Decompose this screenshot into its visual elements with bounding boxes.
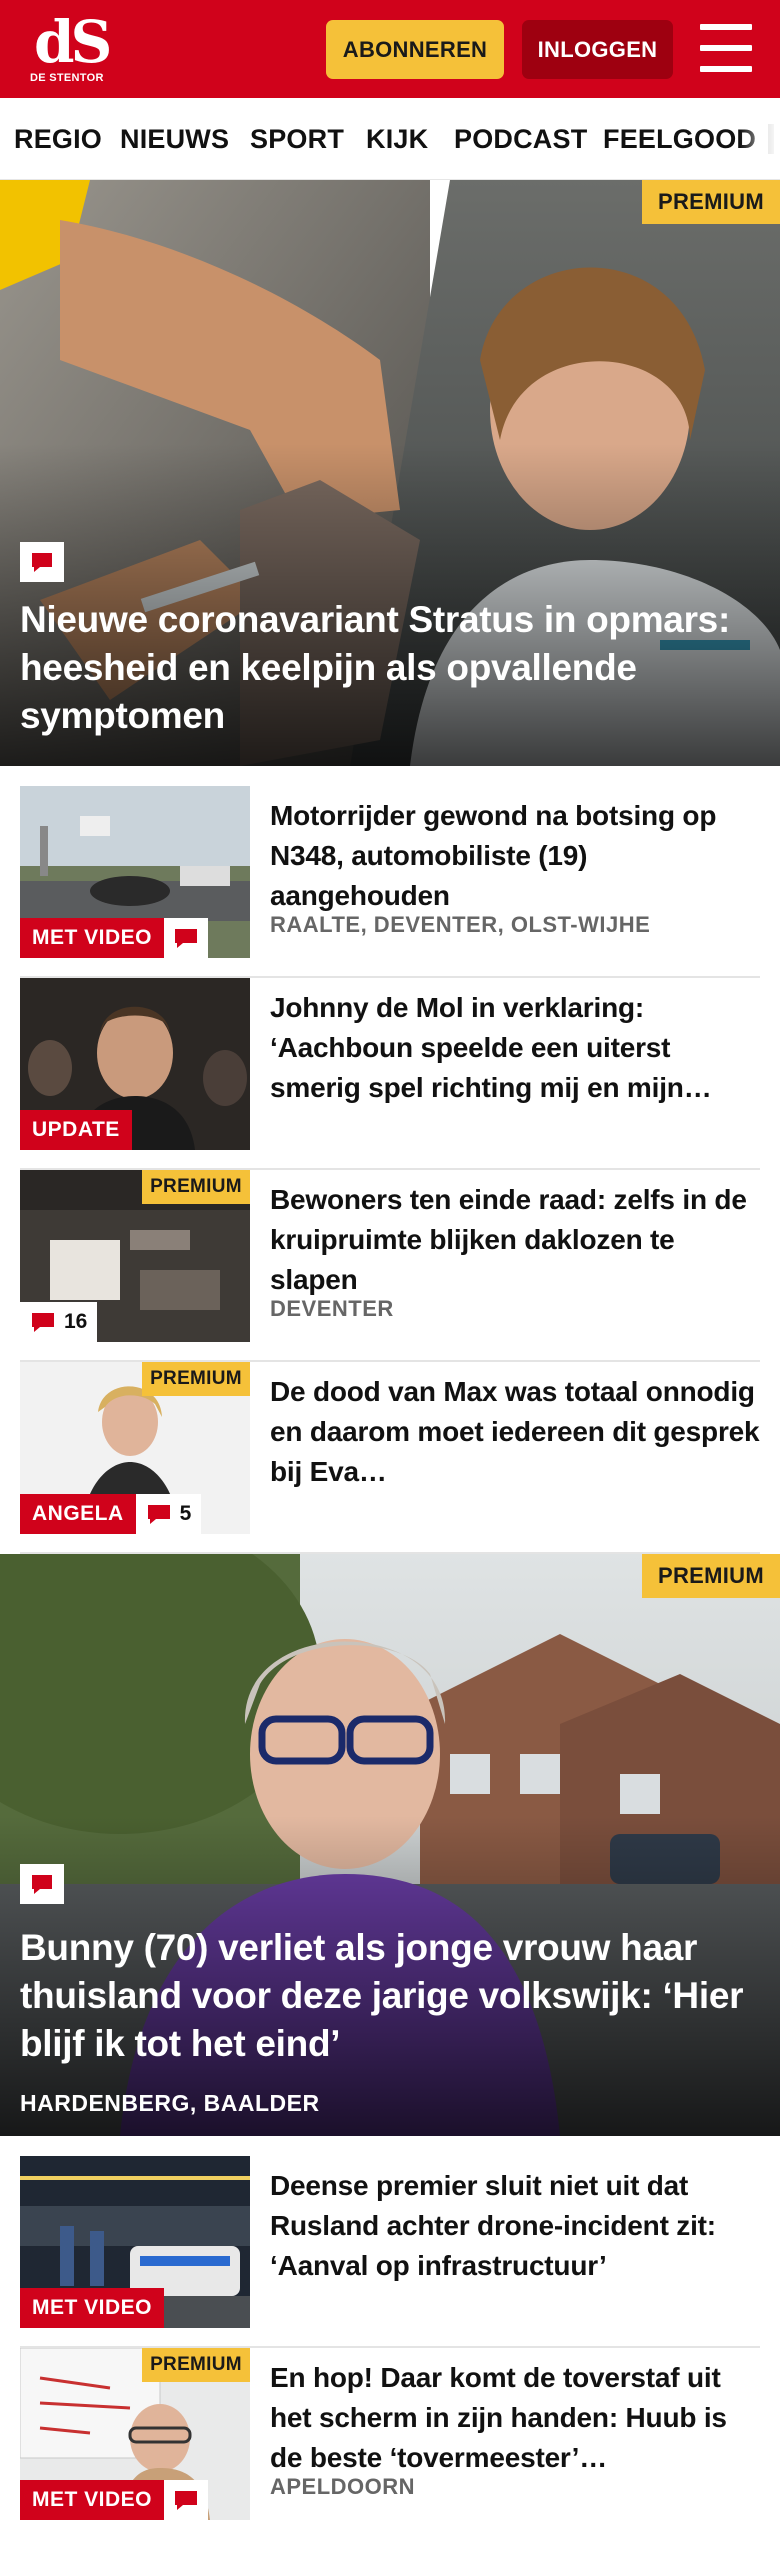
logo-subtitle: DE STENTOR [30,72,104,84]
article-row[interactable]: UPDATE Johnny de Mol in verklaring: ‘Aac… [20,978,760,1170]
hamburger-icon[interactable] [700,24,752,72]
article-location: APELDOORN [270,2474,416,2499]
article-row[interactable]: PREMIUM MET VIDEO En hop! Daar komt de t… [20,2348,760,2540]
nav-item-nieuws[interactable]: NIEUWS [120,124,229,155]
article-thumbnail: PREMIUM 16 [20,1170,250,1342]
label-badge: ANGELA 5 [20,1494,202,1534]
top-bar: dS DE STENTOR ABONNEREN INLOGGEN [0,0,780,98]
article-title[interactable]: De dood van Max was totaal onnodig en da… [270,1372,760,1492]
site-logo[interactable]: dS DE STENTOR [28,10,120,90]
comment-count: 5 [179,1502,192,1525]
premium-badge: PREMIUM [142,1170,250,1204]
article-title[interactable]: Bewoners ten einde raad: zelfs in de kru… [270,1180,760,1300]
hero-location: HARDENBERG, BAALDER [20,2090,320,2116]
hero-headline[interactable]: Bunny (70) verliet als jonge vrouw haar … [20,1924,756,2068]
article-row[interactable]: PREMIUM 16 Bewoners ten einde raad: zelf… [20,1170,760,1362]
comment-icon [20,542,64,582]
nav-item-kijk[interactable]: KIJK [366,124,428,155]
article-thumbnail: MET VIDEO [20,786,250,958]
hero-article-2[interactable]: PREMIUM Bunny (70) verliet als jonge vro… [0,1554,780,2136]
article-row[interactable]: PREMIUM ANGELA 5 De dood van Max was tot… [20,1362,760,1554]
article-thumbnail: MET VIDEO [20,2156,250,2328]
article-title[interactable]: Johnny de Mol in verklaring: ‘Aachboun s… [270,988,760,1108]
label-text: MET VIDEO [32,926,153,949]
article-row[interactable]: MET VIDEO Deense premier sluit niet uit … [20,2156,760,2348]
label-badge: MET VIDEO [20,2288,165,2328]
subscribe-button[interactable]: ABONNEREN [326,20,504,79]
comment-count-badge: 16 [20,1302,98,1342]
label-text: MET VIDEO [32,2488,153,2511]
nav-item-podcast[interactable]: PODCAST [454,124,587,155]
hero-article-1[interactable]: PREMIUM Nieuwe coronavariant Stratus in … [0,180,780,766]
article-thumbnail: PREMIUM MET VIDEO [20,2348,250,2520]
premium-badge: PREMIUM [642,180,780,224]
label-text: ANGELA [32,1502,124,1525]
article-title[interactable]: Deense premier sluit niet uit dat Ruslan… [270,2166,760,2286]
comment-count-badge: 5 [135,1494,202,1534]
comment-count: 16 [64,1310,88,1333]
nav-item-feelgood[interactable]: FEELGOOD [603,124,756,155]
comment-icon [164,2480,209,2520]
hero-headline[interactable]: Nieuwe coronavariant Stratus in opmars: … [20,596,756,740]
premium-badge: PREMIUM [142,2348,250,2382]
label-text: MET VIDEO [32,2296,153,2319]
article-thumbnail: UPDATE [20,978,250,1150]
label-badge: MET VIDEO [20,918,209,958]
section-nav: REGIO NIEUWS SPORT KIJK PODCAST FEELGOOD [0,98,780,180]
article-row[interactable]: MET VIDEO Motorrijder gewond na botsing … [20,786,760,978]
comment-icon [32,1313,54,1332]
comment-icon [164,918,209,958]
article-title[interactable]: En hop! Daar komt de toverstaf uit het s… [270,2358,760,2478]
nav-item-sport[interactable]: SPORT [250,124,344,155]
nav-item-regio[interactable]: REGIO [14,124,102,155]
label-text: UPDATE [32,1118,120,1141]
article-location: RAALTE, DEVENTER, OLST-WIJHE [270,912,651,937]
premium-badge: PREMIUM [642,1554,780,1598]
comment-icon [147,1505,170,1524]
premium-badge: PREMIUM [142,1362,250,1396]
article-title[interactable]: Motorrijder gewond na botsing op N348, a… [270,796,760,916]
label-badge: UPDATE [20,1110,132,1150]
comment-icon [20,1864,64,1904]
login-button[interactable]: INLOGGEN [522,20,673,79]
label-badge: MET VIDEO [20,2480,209,2520]
article-thumbnail: PREMIUM ANGELA 5 [20,1362,250,1534]
article-location: DEVENTER [270,1296,394,1321]
nav-fade [740,98,780,179]
logo-mark: dS [34,8,112,76]
